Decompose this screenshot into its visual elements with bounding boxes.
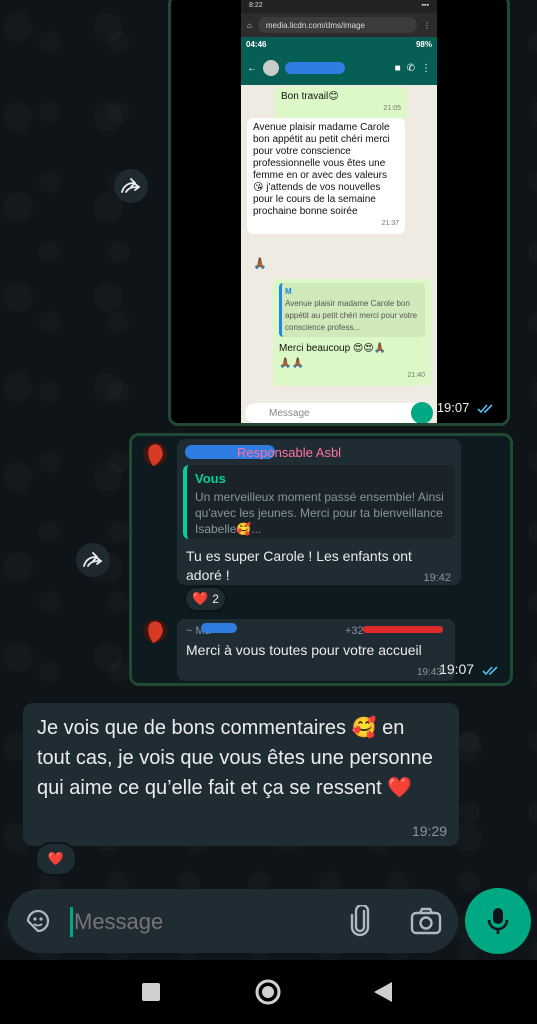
mini-quote-text: Avenue plaisir madame Carole bon appétit… (285, 299, 418, 332)
sender-role: Responsable Asbl (237, 445, 342, 460)
home-button[interactable] (254, 978, 282, 1006)
reaction-badge[interactable]: ❤️ (35, 842, 77, 876)
mini-message-time: 21:37 (381, 220, 399, 227)
mini-message: Avenue plaisir madame Carole bon appétit… (247, 118, 405, 234)
back-button[interactable] (372, 980, 394, 1004)
double-check-icon (482, 666, 498, 675)
mic-button[interactable] (465, 888, 531, 954)
mini-message: Bon travail😊 21:05 (275, 87, 407, 119)
quote-author: Vous (195, 471, 226, 486)
mini-reaction: 😮 (413, 384, 425, 396)
group-message[interactable]: ~ Ma +32 Merci à vous toutes pour votre … (177, 619, 455, 681)
screenshot-image: 8:22 ▪▪▪ ⌂ media.licdn.com/dms/image ⋮ 0… (241, 0, 437, 423)
menu-icon: ⋮ (421, 62, 431, 74)
message-time: 19:42 (423, 572, 451, 584)
mini-message-text: Bon travail😊 (281, 91, 339, 102)
group-message[interactable]: Responsable Asbl Vous Un merveilleux mom… (177, 439, 461, 585)
forward-button[interactable] (114, 169, 148, 203)
mini-input-bar: Message (245, 403, 433, 423)
message-time: 19:29 (411, 823, 447, 839)
mini-message-time: 21:40 (407, 372, 425, 379)
sticker-icon[interactable] (24, 907, 52, 935)
message-input[interactable] (72, 903, 326, 941)
double-check-icon (477, 404, 493, 414)
mini-reaction-line: 🙏🏾🙏🏾 (279, 358, 304, 369)
heart-icon: ❤️ (192, 591, 209, 606)
redacted-name (285, 62, 345, 74)
message-input-bar[interactable] (8, 889, 458, 953)
browser-status-bar: 8:22 ▪▪▪ (241, 0, 437, 13)
redacted-name (201, 623, 237, 633)
system-navigation-bar (0, 960, 537, 1024)
avatar (143, 442, 167, 466)
mini-quote: M Avenue plaisir madame Carole bon appét… (279, 283, 425, 337)
microphone-icon (487, 908, 509, 934)
quote-text: Un merveilleux moment passé ensemble! Ai… (195, 490, 444, 536)
quoted-message[interactable]: Vous Un merveilleux moment passé ensembl… (183, 465, 455, 539)
phone-call-icon: ✆ (406, 62, 415, 74)
phone-status-bar: 04:46 98% (241, 37, 437, 51)
menu-icon: ⋮ (423, 20, 431, 30)
forward-icon (83, 552, 103, 567)
forward-button[interactable] (76, 543, 110, 577)
forward-icon (121, 178, 141, 193)
incoming-message[interactable]: Je vois que de bons commentaires 🥰 en to… (23, 703, 459, 846)
url-text: media.licdn.com/dms/image (265, 20, 365, 30)
recents-button[interactable] (142, 983, 160, 1001)
message-text: Tu es super Carole ! Les enfants ont ado… (186, 548, 412, 583)
mini-mic-icon (411, 402, 433, 423)
message-time-text: 19:07 (436, 400, 470, 415)
avatar (143, 619, 167, 643)
message-time: 19:07 (439, 661, 500, 677)
sender-phone: +32 (345, 625, 364, 637)
reaction-count: 2 (212, 592, 219, 606)
camera-icon[interactable] (410, 907, 442, 935)
avatar (263, 60, 279, 76)
browser-url-bar: ⌂ media.licdn.com/dms/image ⋮ (241, 13, 437, 37)
mini-quote-author: M (285, 287, 292, 296)
message-time-text: 19:07 (439, 661, 475, 677)
mini-message-text: Avenue plaisir madame Carole bon appétit… (253, 122, 390, 217)
home-icon: ⌂ (247, 20, 252, 30)
heart-icon: ❤️ (47, 851, 65, 866)
phone-time: 04:46 (246, 39, 267, 49)
mini-message: M Avenue plaisir madame Carole bon appét… (273, 279, 431, 386)
message-text: Merci à vous toutes pour votre accueil (186, 642, 422, 658)
attach-icon[interactable] (350, 905, 370, 937)
phone-battery: 98% (415, 39, 432, 49)
forwarded-image-message[interactable]: 8:22 ▪▪▪ ⌂ media.licdn.com/dms/image ⋮ 0… (168, 0, 510, 426)
redacted-phone (363, 626, 443, 633)
reaction-badge[interactable]: ❤️ 2 (184, 586, 227, 612)
forwarded-messages-block[interactable]: Responsable Asbl Vous Un merveilleux mom… (129, 433, 513, 686)
back-arrow-icon: ← (247, 62, 257, 74)
video-call-icon: ■ (394, 62, 401, 74)
phone-chat-header: ← ■ ✆ ⋮ (241, 51, 437, 85)
mini-reaction: 🙏🏾 (253, 258, 267, 270)
mini-message-text: Merci beaucoup 😍😍🙏🏾 (279, 343, 387, 354)
message-time: 19:07 (437, 400, 495, 415)
status-icons: ▪▪▪ (421, 1, 429, 9)
message-text: Je vois que de bons commentaires 🥰 en to… (37, 717, 433, 799)
browser-status-time: 8:22 (249, 1, 263, 9)
mini-message-time: 21:05 (383, 105, 401, 112)
